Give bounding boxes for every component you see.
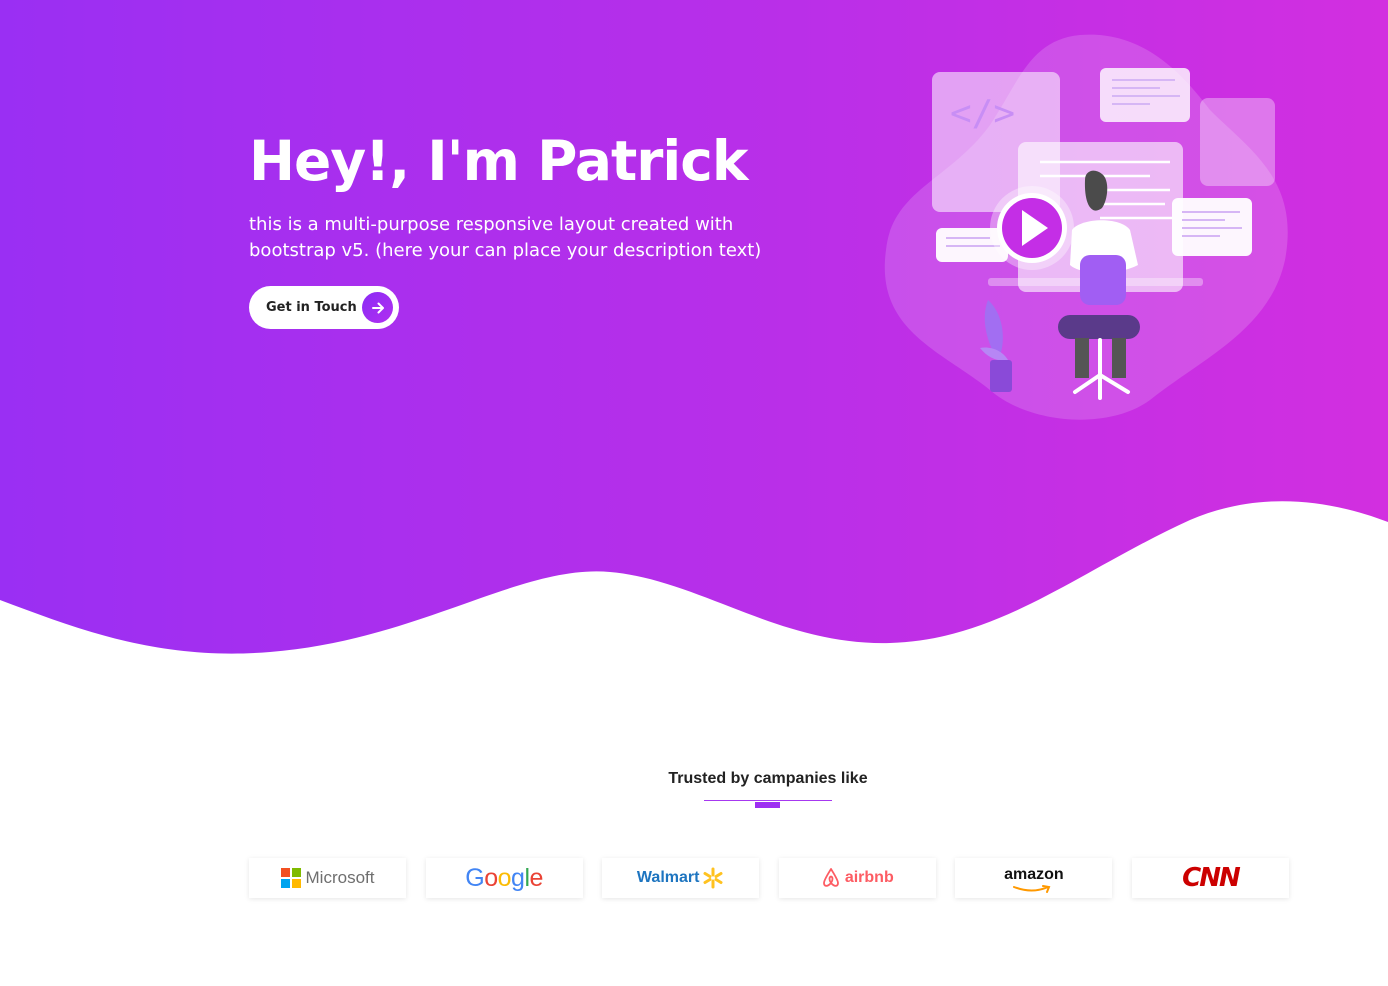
cnn-logo: CNN (1182, 863, 1241, 893)
google-logo-card[interactable]: Google (425, 858, 583, 898)
get-in-touch-label: Get in Touch (266, 300, 357, 315)
airbnb-logo-card[interactable]: airbnb (778, 858, 936, 898)
arrow-right-icon (362, 292, 393, 323)
amazon-smile-icon (1013, 885, 1051, 893)
code-icon: </> (950, 93, 1015, 134)
microsoft-logo-card[interactable]: Microsoft (249, 858, 406, 898)
title-divider-line (704, 800, 832, 801)
developer-illustration: </> (884, 34, 1288, 420)
get-in-touch-button[interactable]: Get in Touch (249, 286, 399, 329)
airbnb-name: airbnb (844, 869, 894, 886)
google-logo: Google (465, 863, 543, 892)
walmart-logo-card[interactable]: Walmart (602, 858, 760, 898)
hero-description: this is a multi-purpose responsive layou… (249, 214, 762, 261)
hero-title: Hey!, I'm Patrick (249, 129, 748, 193)
title-divider-accent (755, 802, 780, 808)
walmart-spark-icon (703, 867, 723, 889)
microsoft-logo (280, 868, 301, 888)
trusted-title: Trusted by campanies like (668, 770, 868, 787)
amazon-logo-card[interactable]: amazon (955, 858, 1113, 898)
microsoft-name: Microsoft (305, 868, 375, 887)
company-logos: Microsoft Google Walmart airbnb amazon C… (249, 858, 1289, 898)
amazon-name: amazon (1004, 866, 1064, 883)
walmart-name: Walmart (636, 869, 700, 886)
airbnb-icon (822, 868, 839, 887)
cnn-logo-card[interactable]: CNN (1131, 858, 1289, 898)
amazon-logo: amazon (1004, 866, 1064, 893)
hero-section: Hey!, I'm Patrick this is a multi-purpos… (0, 0, 1388, 660)
